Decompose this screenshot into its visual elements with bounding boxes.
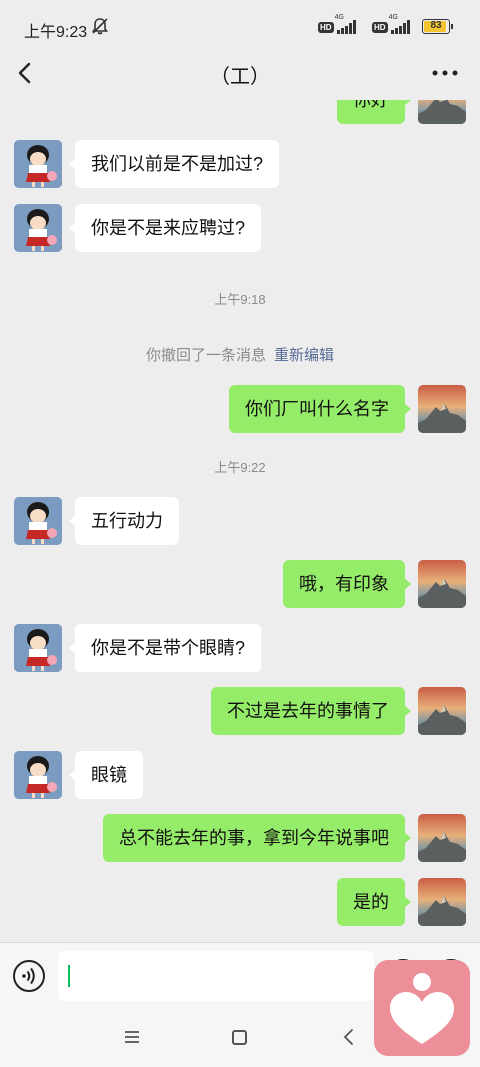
message-bubble-out[interactable]: 你好: [337, 100, 411, 124]
signal-2: HD 4G: [372, 14, 410, 36]
message-row-in: 眼镜: [0, 751, 480, 799]
bell-muted-icon: [91, 18, 109, 35]
chat-title: （工）: [210, 66, 270, 88]
floating-heart-button[interactable]: [374, 960, 470, 1056]
timestamp: 上午9:18: [214, 292, 266, 307]
message-bubble-out[interactable]: 总不能去年的事，拿到今年说事吧: [103, 814, 411, 862]
my-avatar[interactable]: [418, 385, 466, 433]
message-bubble-out[interactable]: 你们厂叫什么名字: [229, 385, 411, 433]
more-dots-icon[interactable]: [432, 70, 458, 76]
status-time: 上午9:23: [24, 24, 88, 41]
network-type: 4G: [334, 14, 344, 21]
message-bubble-in[interactable]: 五行动力: [69, 497, 179, 545]
hd-badge: HD: [318, 21, 334, 33]
reedit-link[interactable]: 重新编辑: [274, 347, 334, 364]
back-icon[interactable]: [342, 1028, 356, 1046]
heart-icon: [390, 973, 454, 1044]
chat-header: （工）: [0, 52, 480, 100]
timestamp: 上午9:22: [214, 460, 266, 475]
battery-icon: 83: [422, 19, 453, 34]
network-type: 4G: [388, 14, 398, 21]
my-avatar[interactable]: [418, 814, 466, 862]
message-row-in: 五行动力: [0, 497, 480, 545]
recall-text: 你撤回了一条消息: [145, 347, 266, 364]
voice-icon[interactable]: [12, 959, 46, 993]
message-bubble-in[interactable]: 你是不是带个眼睛?: [68, 624, 262, 672]
home-icon[interactable]: [232, 1030, 247, 1045]
message-bubble-in[interactable]: 眼镜: [69, 751, 143, 799]
message-row-out: 你好: [0, 100, 480, 124]
my-avatar[interactable]: [418, 878, 466, 926]
contact-avatar[interactable]: [14, 497, 62, 545]
message-row-in: 你是不是来应聘过?: [0, 204, 480, 252]
battery-level: 83: [430, 20, 442, 31]
message-list[interactable]: 你好 我们以前是不是加过? 你是不是来应聘过? 上午9:18 你撤回了一条消息重…: [0, 100, 480, 942]
my-avatar[interactable]: [418, 687, 466, 735]
my-avatar[interactable]: [418, 100, 466, 124]
signal-bars-icon: 4G: [335, 14, 356, 34]
text-caret: [68, 965, 70, 987]
message-row-out: 哦，有印象: [0, 560, 480, 608]
hd-badge: HD: [372, 21, 388, 33]
message-input[interactable]: [58, 951, 374, 1001]
signal-1: HD 4G: [318, 14, 356, 36]
message-row-out: 你们厂叫什么名字: [0, 385, 480, 433]
message-bubble-out[interactable]: 不过是去年的事情了: [211, 687, 411, 735]
my-avatar[interactable]: [418, 560, 466, 608]
message-bubble-out[interactable]: 哦，有印象: [283, 560, 411, 608]
message-bubble-in[interactable]: 我们以前是不是加过?: [68, 140, 280, 188]
message-row-out: 总不能去年的事，拿到今年说事吧: [0, 814, 480, 862]
contact-avatar[interactable]: [14, 140, 62, 188]
message-row-in: 你是不是带个眼睛?: [0, 624, 480, 672]
message-bubble-in[interactable]: 你是不是来应聘过?: [68, 204, 262, 252]
recall-notice: 你撤回了一条消息 重新编辑: [0, 344, 480, 365]
signal-bars-icon: 4G: [389, 14, 410, 34]
menu-icon[interactable]: [124, 1030, 140, 1044]
contact-avatar[interactable]: [14, 624, 62, 672]
message-bubble-out[interactable]: 是的: [337, 878, 411, 926]
contact-avatar[interactable]: [14, 204, 62, 252]
message-row-out: 不过是去年的事情了: [0, 687, 480, 735]
status-bar: 上午9:23 HD 4G HD 4G 83: [0, 0, 480, 52]
message-row-out: 是的: [0, 878, 480, 926]
message-row-in: 我们以前是不是加过?: [0, 140, 480, 188]
contact-avatar[interactable]: [14, 751, 62, 799]
